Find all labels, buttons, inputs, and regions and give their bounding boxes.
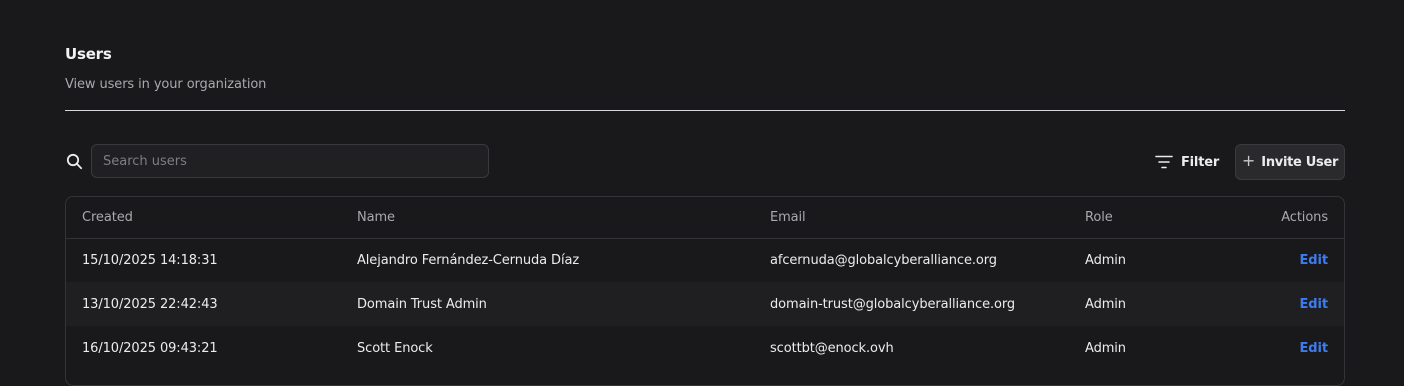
cell-name: Domain Trust Admin	[357, 296, 487, 312]
cell-role: Admin	[1085, 296, 1126, 312]
cell-role: Admin	[1085, 340, 1126, 356]
users-table: Created Name Email Role Actions 15/10/20…	[65, 196, 1345, 386]
edit-user-link[interactable]: Edit	[1300, 297, 1329, 312]
table-row[interactable]: 13/10/2025 22:42:43 Domain Trust Admin d…	[66, 282, 1344, 326]
cell-name: Scott Enock	[357, 340, 433, 356]
table-row[interactable]: 16/10/2025 09:43:21 Scott Enock scottbt@…	[66, 326, 1344, 370]
invite-user-label: Invite User	[1261, 154, 1339, 170]
cell-email: afcernuda@globalcyberalliance.org	[770, 252, 997, 268]
cell-name: Alejandro Fernández-Cernuda Díaz	[357, 252, 580, 268]
search-input[interactable]	[91, 144, 489, 178]
plus-icon: +	[1241, 151, 1256, 170]
column-header-created[interactable]: Created	[82, 197, 133, 238]
column-header-email[interactable]: Email	[770, 197, 806, 238]
header-divider	[65, 110, 1345, 111]
edit-user-link[interactable]: Edit	[1300, 341, 1329, 356]
cell-created: 15/10/2025 14:18:31	[82, 252, 218, 268]
cell-email: scottbt@enock.ovh	[770, 340, 894, 356]
column-header-role[interactable]: Role	[1085, 197, 1113, 238]
edit-user-link[interactable]: Edit	[1300, 253, 1329, 268]
page-title: Users	[65, 45, 112, 63]
table-row[interactable]: 15/10/2025 14:18:31 Alejandro Fernández-…	[66, 238, 1344, 282]
cell-email: domain-trust@globalcyberalliance.org	[770, 296, 1016, 312]
search-icon	[66, 153, 83, 170]
filter-button-label: Filter	[1181, 154, 1220, 170]
column-header-actions: Actions	[1281, 210, 1328, 225]
cell-created: 16/10/2025 09:43:21	[82, 340, 218, 356]
invite-user-button[interactable]: + Invite User	[1235, 144, 1345, 180]
column-header-name[interactable]: Name	[357, 197, 395, 238]
cell-created: 13/10/2025 22:42:43	[82, 296, 218, 312]
filter-icon	[1155, 155, 1173, 169]
table-header-row: Created Name Email Role Actions	[66, 197, 1344, 239]
filter-button[interactable]: Filter	[1150, 144, 1222, 180]
cell-role: Admin	[1085, 252, 1126, 268]
users-page: Users View users in your organization Fi…	[0, 0, 1404, 386]
page-subtitle: View users in your organization	[65, 77, 267, 92]
